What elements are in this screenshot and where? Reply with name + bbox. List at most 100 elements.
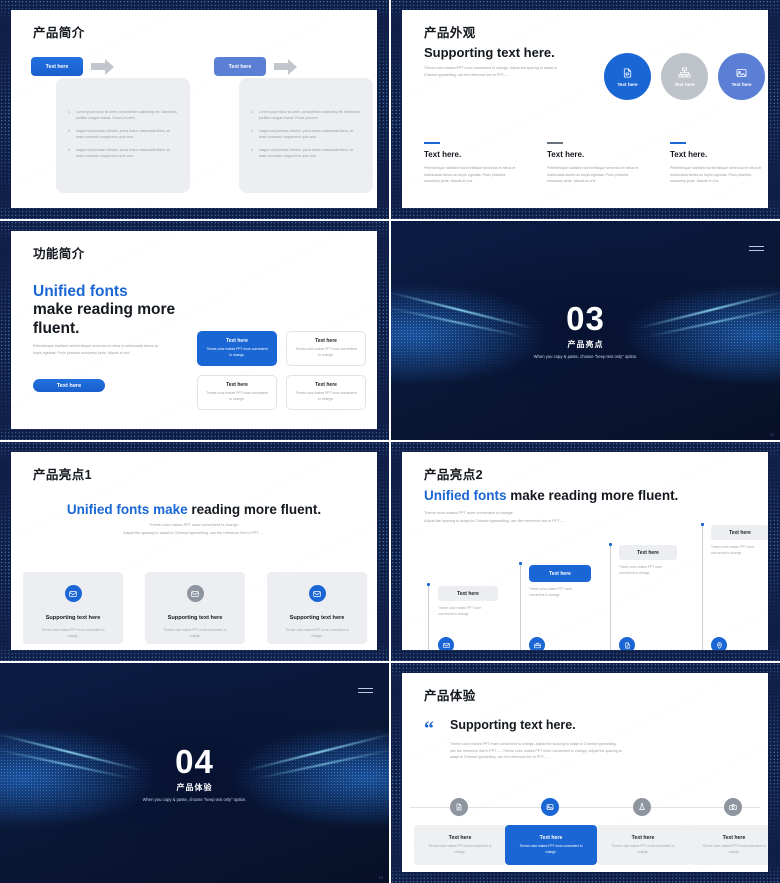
intro-button-row-right: Text here bbox=[214, 57, 374, 76]
body-text: Pellentesque habitant morbi tristique se… bbox=[33, 344, 159, 355]
card-subtitle: Theme color makes PPT more convenient to… bbox=[519, 843, 583, 854]
feature-card-3[interactable]: Text here Theme color makes PPT more con… bbox=[197, 375, 277, 410]
headline-subtext: Theme color makes PPT more convenient to… bbox=[424, 66, 557, 77]
mail-icon bbox=[186, 585, 204, 602]
feature-circle-document[interactable]: Text here bbox=[604, 53, 651, 100]
card-subtitle: Theme color makes PPT more convenient to… bbox=[702, 843, 766, 854]
timeline-chip-2[interactable]: Text here bbox=[529, 565, 591, 582]
image-icon[interactable] bbox=[541, 798, 559, 816]
slide-product-highlight-1[interactable]: 产品亮点1 Unified fonts make reading more fl… bbox=[0, 442, 389, 661]
column-heading: Text here. bbox=[424, 150, 462, 159]
slide-feature-intro[interactable]: 功能简介 Unified fonts make reading more flu… bbox=[0, 221, 389, 440]
experience-card-4[interactable]: Text here Theme color makes PPT more con… bbox=[688, 825, 768, 865]
card-subtitle: Theme color makes PPT more convenient to… bbox=[428, 843, 492, 854]
feature-panel-1[interactable]: Supporting text here Theme color makes P… bbox=[23, 572, 123, 644]
feature-card-1[interactable]: Text here Theme color makes PPT more con… bbox=[197, 331, 277, 366]
arrow-right-icon bbox=[274, 58, 297, 75]
slide-page: 产品亮点2 Unified fonts make reading more fl… bbox=[402, 452, 768, 650]
slide-section-03[interactable]: 03 产品亮点 When you copy & paste, choose "k… bbox=[391, 221, 780, 440]
page-title: 功能简介 bbox=[33, 247, 85, 261]
slide-product-intro[interactable]: 产品简介 Text here 1. Lorem ipsum dolor sit … bbox=[0, 0, 389, 219]
card-title: Text here bbox=[539, 834, 563, 841]
column-body: Pellentesque habitant morbi tristique se… bbox=[670, 166, 762, 184]
text-here-button-right[interactable]: Text here bbox=[214, 57, 266, 76]
headline-accent: Unified fonts bbox=[33, 283, 128, 300]
card-subtitle: Theme color makes PPT more convenient to… bbox=[206, 347, 268, 357]
location-icon bbox=[711, 637, 727, 650]
page-number: 15 bbox=[378, 875, 383, 880]
headline-accent: Unified fonts make bbox=[66, 502, 188, 517]
feature-title: Supporting text here bbox=[289, 615, 345, 621]
section-subtitle: 产品亮点 bbox=[567, 340, 604, 349]
sitemap-icon bbox=[678, 67, 691, 79]
list-number: 3. bbox=[68, 147, 71, 152]
timeline-chip-4[interactable]: Text here bbox=[711, 525, 768, 540]
card-title: Text here bbox=[315, 382, 337, 389]
text-here-button-left[interactable]: Text here bbox=[31, 57, 83, 76]
subtext-line-1: Theme color makes PPT more convenient to… bbox=[149, 523, 239, 527]
section-number: 04 bbox=[175, 742, 214, 780]
slide-product-highlight-2[interactable]: 产品亮点2 Unified fonts make reading more fl… bbox=[391, 442, 780, 661]
feature-sub: Theme color makes PPT more convenient to… bbox=[163, 628, 227, 638]
timeline-text-4: Theme color makes PPT more convenient to… bbox=[711, 545, 755, 555]
column-body: Pellentesque habitant morbi tristique se… bbox=[547, 166, 639, 184]
slide-product-experience[interactable]: 产品体验 “ Supporting text here. Theme color… bbox=[391, 663, 780, 883]
page-title: 产品体验 bbox=[424, 689, 476, 703]
feature-circle-sitemap[interactable]: Text here bbox=[661, 53, 708, 100]
appearance-column: Text here. Pellentesque habitant morbi t… bbox=[670, 142, 762, 185]
headline-accent: Unified fonts bbox=[424, 488, 507, 503]
image-icon bbox=[735, 67, 748, 79]
list-text: magna sed pulvinar ultricies, purus lect… bbox=[258, 128, 354, 139]
file-icon[interactable] bbox=[450, 798, 468, 816]
section-caption: When you copy & paste, choose "keep text… bbox=[142, 796, 247, 802]
accent-rule bbox=[424, 142, 440, 144]
feature-sub: Theme color makes PPT more convenient to… bbox=[285, 628, 349, 638]
slide-section-04[interactable]: 04 产品体验 When you copy & paste, choose "k… bbox=[0, 663, 389, 883]
cta-button[interactable]: Text here bbox=[33, 379, 105, 392]
camera-icon[interactable] bbox=[724, 798, 742, 816]
quote-icon: “ bbox=[424, 718, 434, 740]
experience-card-2[interactable]: Text here Theme color makes PPT more con… bbox=[505, 825, 597, 865]
experience-card-1[interactable]: Text here Theme color makes PPT more con… bbox=[414, 825, 506, 865]
headline: Supporting text here. bbox=[424, 45, 555, 60]
feature-sub: Theme color makes PPT more convenient to… bbox=[41, 628, 105, 638]
slide-product-appearance[interactable]: 产品外观 Supporting text here. Theme color m… bbox=[391, 0, 780, 219]
intro-button-row-left: Text here bbox=[31, 57, 191, 76]
card-subtitle: Theme color makes PPT more convenient to… bbox=[295, 391, 357, 401]
page-title: 产品亮点1 bbox=[33, 468, 92, 482]
list-text: magna sed pulvinar ultricies, purus lect… bbox=[75, 147, 171, 158]
column-body: Pellentesque habitant morbi tristique se… bbox=[424, 166, 516, 184]
mail-icon bbox=[64, 585, 82, 602]
headline-rest: reading more fluent. bbox=[191, 502, 322, 517]
experience-card-3[interactable]: Text here Theme color makes PPT more con… bbox=[597, 825, 689, 865]
list-number: 3. bbox=[251, 147, 254, 152]
list-number: 1. bbox=[68, 110, 71, 114]
feature-circle-image[interactable]: Text here bbox=[718, 53, 765, 100]
headline-rest: make reading more fluent. bbox=[510, 488, 679, 503]
feature-card-4[interactable]: Text here Theme color makes PPT more con… bbox=[286, 375, 366, 410]
list-text: Lorem ipsum dolor sit amet, consectetuer… bbox=[258, 110, 360, 120]
list-text: Lorem ipsum dolor sit amet, consectetuer… bbox=[75, 110, 177, 120]
card-subtitle: Theme color makes PPT more convenient to… bbox=[295, 347, 357, 357]
card-subtitle: Theme color makes PPT more convenient to… bbox=[206, 391, 268, 401]
list-number: 2. bbox=[68, 128, 71, 133]
list-number: 1. bbox=[251, 110, 254, 114]
page-title: 产品外观 bbox=[424, 26, 476, 40]
arrow-right-icon bbox=[91, 58, 114, 75]
slide-page: 产品简介 Text here 1. Lorem ipsum dolor sit … bbox=[11, 10, 377, 208]
card-title: Text here bbox=[226, 382, 248, 389]
intro-panel-right: 1. Lorem ipsum dolor sit amet, consectet… bbox=[239, 78, 373, 193]
feature-panel-3[interactable]: Supporting text here Theme color makes P… bbox=[267, 572, 367, 644]
slide-page: 产品亮点1 Unified fonts make reading more fl… bbox=[11, 452, 377, 650]
flask-icon[interactable] bbox=[633, 798, 651, 816]
feature-card-2[interactable]: Text here Theme color makes PPT more con… bbox=[286, 331, 366, 366]
headline-rest: make reading more fluent. bbox=[33, 301, 176, 337]
briefcase-icon bbox=[529, 637, 545, 650]
feature-panel-2[interactable]: Supporting text here Theme color makes P… bbox=[145, 572, 245, 644]
timeline-chip-1[interactable]: Text here bbox=[438, 586, 498, 601]
card-title: Text here bbox=[631, 834, 655, 841]
timeline-chip-3[interactable]: Text here bbox=[619, 545, 677, 560]
slide-thumbnail-grid: 产品简介 Text here 1. Lorem ipsum dolor sit … bbox=[0, 0, 780, 883]
mail-icon bbox=[438, 637, 454, 650]
page-number: 11 bbox=[769, 432, 774, 437]
